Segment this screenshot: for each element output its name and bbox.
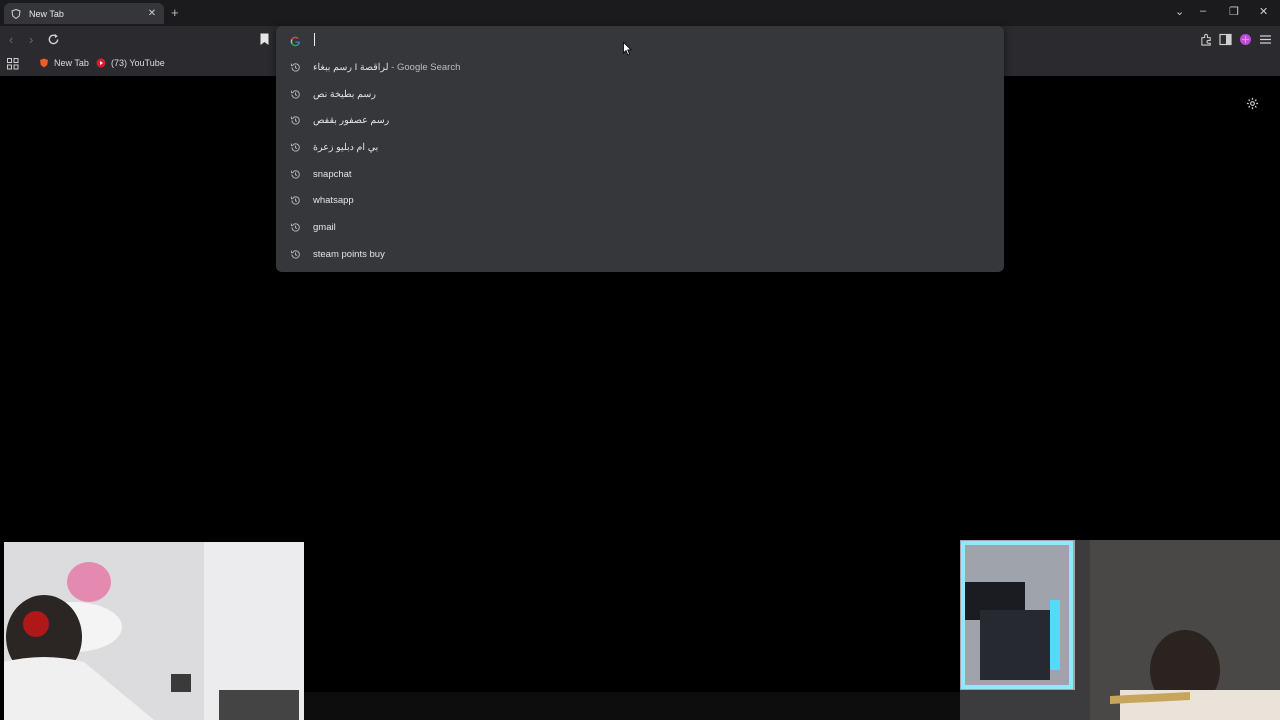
brave-lion-icon [39, 58, 49, 68]
new-tab-button[interactable]: + [171, 5, 179, 20]
suggestion-item[interactable]: snapchat [276, 161, 1004, 187]
bookmark-icon[interactable] [259, 33, 273, 47]
history-icon [290, 169, 301, 180]
webcam-feed-right [960, 540, 1280, 720]
gear-icon[interactable] [1246, 97, 1259, 110]
history-icon [290, 89, 301, 100]
history-icon [290, 249, 301, 260]
menu-icon[interactable] [1259, 33, 1273, 47]
suggestion-suffix: - Google Search [388, 62, 461, 73]
taskbar-strip [304, 692, 960, 720]
history-icon [290, 195, 301, 206]
forward-button[interactable]: › [29, 32, 33, 47]
tab-strip: New Tab ✕ + ⌄ – ❐ ✕ [0, 0, 1280, 26]
apps-grid-icon[interactable] [7, 57, 21, 71]
suggestion-text: رسم ببغاء I لراقصة [313, 62, 389, 73]
suggestion-text: بي ام دبليو زعرة [313, 142, 379, 153]
tab-title: New Tab [29, 8, 64, 19]
brave-shield-icon [11, 8, 21, 19]
brave-rewards-icon[interactable] [1239, 33, 1253, 47]
text-caret [314, 33, 315, 46]
bookmark-label: (73) YouTube [111, 58, 165, 68]
close-window-button[interactable]: ✕ [1259, 5, 1268, 18]
tab-close-icon[interactable]: ✕ [146, 8, 158, 19]
omnibox-dropdown: رسم ببغاء I لراقصة - Google Search رسم ب… [276, 26, 1004, 272]
suggestion-text: snapchat [313, 169, 352, 180]
mouse-cursor-icon [623, 41, 633, 56]
bookmark-youtube[interactable]: (73) YouTube [96, 58, 165, 68]
webcam-feed-left [4, 542, 304, 720]
minimize-button[interactable]: – [1200, 5, 1206, 17]
suggestion-item[interactable]: رسم عصفور بقفص [276, 107, 1004, 133]
suggestion-item[interactable]: gmail [276, 214, 1004, 240]
extensions-icon[interactable] [1200, 33, 1214, 47]
address-bar[interactable] [276, 26, 1004, 53]
history-icon [290, 115, 301, 126]
suggestion-item[interactable]: steam points buy [276, 241, 1004, 267]
suggestion-text: steam points buy [313, 249, 385, 260]
bookmark-label: New Tab [54, 58, 89, 68]
tab-new-tab[interactable]: New Tab ✕ [4, 3, 164, 24]
history-icon [290, 142, 301, 153]
youtube-icon [96, 58, 106, 68]
google-icon [290, 34, 301, 47]
suggestion-text: رسم عصفور بقفص [313, 115, 390, 126]
suggestion-item[interactable]: whatsapp [276, 187, 1004, 213]
suggestion-item[interactable]: بي ام دبليو زعرة [276, 134, 1004, 160]
suggestion-text: gmail [313, 222, 336, 233]
suggestion-text: رسم بطيخة نص [313, 89, 376, 100]
history-icon [290, 62, 301, 73]
restore-button[interactable]: ❐ [1229, 5, 1239, 18]
bookmark-new-tab[interactable]: New Tab [39, 58, 89, 68]
suggestion-text: whatsapp [313, 195, 354, 206]
tab-search-icon[interactable]: ⌄ [1175, 5, 1184, 18]
history-icon [290, 222, 301, 233]
back-button[interactable]: ‹ [9, 32, 13, 47]
suggestion-item[interactable]: رسم ببغاء I لراقصة - Google Search [276, 54, 1004, 80]
sidebar-icon[interactable] [1219, 33, 1233, 47]
reload-icon[interactable] [47, 33, 61, 47]
suggestion-item[interactable]: رسم بطيخة نص [276, 81, 1004, 107]
